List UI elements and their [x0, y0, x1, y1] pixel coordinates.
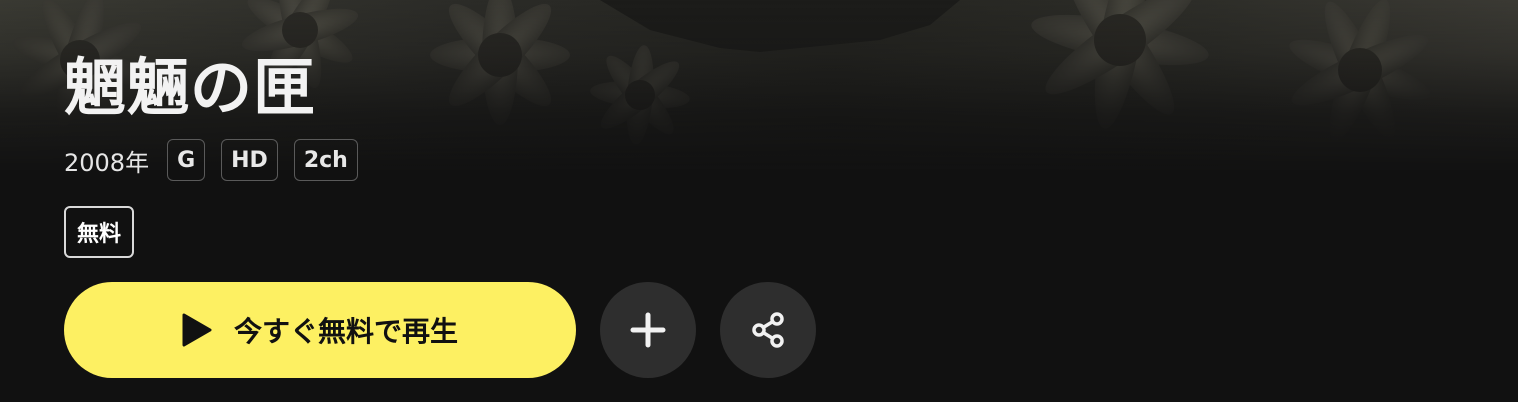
share-button[interactable]	[720, 282, 816, 378]
play-free-button[interactable]: 今すぐ無料で再生	[64, 282, 576, 378]
free-tag: 無料	[64, 206, 135, 258]
play-icon	[182, 313, 212, 347]
page-title: 魍魎の匣	[64, 51, 317, 124]
quality-badge: HD	[221, 139, 278, 181]
share-icon	[748, 310, 788, 350]
release-year: 2008年	[64, 148, 150, 177]
action-buttons: 今すぐ無料で再生	[64, 282, 816, 378]
audio-badge: 2ch	[293, 139, 358, 181]
title-hero: 魍魎の匣 2008年 G HD 2ch 無料 今すぐ無料で再生	[0, 0, 1518, 402]
add-to-list-button[interactable]	[600, 282, 696, 378]
play-button-label: 今すぐ無料で再生	[233, 316, 458, 347]
plus-icon	[630, 312, 666, 348]
meta-row: 2008年 G HD 2ch	[64, 138, 358, 182]
rating-badge: G	[167, 139, 206, 181]
title-info: 魍魎の匣 2008年 G HD 2ch 無料 今すぐ無料で再生	[64, 0, 1518, 402]
